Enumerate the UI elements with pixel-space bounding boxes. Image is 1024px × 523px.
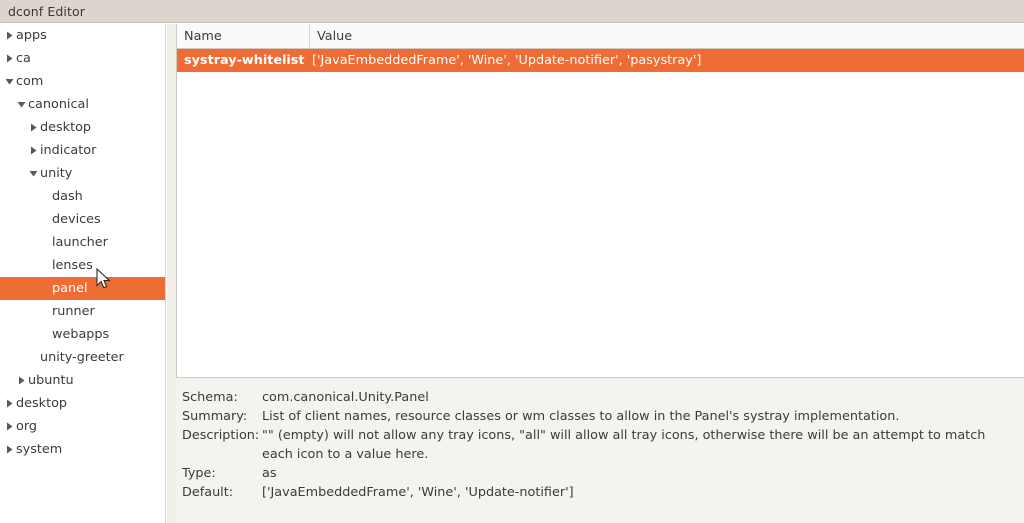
sidebar-item-dash[interactable]: dash [0,185,165,208]
window-title: dconf Editor [8,3,85,19]
dconf-editor-window: dconf Editor apps ca com canonical desktop in… [0,0,1024,523]
key-list-header: Name Value [177,24,1024,49]
summary-label: Summary: [182,409,248,424]
schema-label: Schema: [182,390,238,405]
chevron-right-icon[interactable] [3,438,15,461]
sidebar-item-label: webapps [52,327,110,342]
sidebar-item-label: launcher [52,235,108,250]
sidebar-item-desktop[interactable]: desktop [0,392,165,415]
sidebar-item-desktop[interactable]: desktop [0,116,165,139]
key-name-cell: systray-whitelist [184,53,305,68]
chevron-right-icon[interactable] [27,139,39,162]
schema-value: com.canonical.Unity.Panel [262,390,429,405]
chevron-right-icon[interactable] [15,369,27,392]
sidebar-item-indicator[interactable]: indicator [0,139,165,162]
sidebar-item-apps[interactable]: apps [0,24,165,47]
sidebar-item-unity[interactable]: unity [0,162,165,185]
sidebar-item-label: canonical [28,97,89,112]
chevron-down-icon[interactable] [27,162,39,185]
description-label: Description: [182,428,260,443]
sidebar-item-unity-greeter[interactable]: unity-greeter [0,346,165,369]
sidebar-item-label: ubuntu [28,373,74,388]
sidebar-item-label: desktop [16,396,68,411]
sidebar-item-label: unity [40,166,73,181]
detail-row-type: Type: as [176,464,1024,483]
sidebar-item-webapps[interactable]: webapps [0,323,165,346]
detail-row-default: Default: ['JavaEmbeddedFrame', 'Wine', '… [176,483,1024,502]
sidebar-item-label: devices [52,212,101,227]
key-details-pane: Schema: com.canonical.Unity.Panel Summar… [176,378,1024,523]
sidebar-item-panel[interactable]: panel [0,277,165,300]
chevron-right-icon[interactable] [27,116,39,139]
sidebar-item-label: desktop [40,120,92,135]
pane-splitter[interactable] [167,24,176,523]
right-pane: Name Value systray-whitelist ['JavaEmbedd… [176,24,1024,523]
description-value: "" (empty) will not allow any tray icons… [262,428,990,462]
sidebar-item-label: runner [52,304,95,319]
summary-value: List of client names, resource classes o… [262,409,900,424]
detail-row-schema: Schema: com.canonical.Unity.Panel [176,388,1024,407]
chevron-right-icon[interactable] [3,24,15,47]
sidebar-item-ubuntu[interactable]: ubuntu [0,369,165,392]
detail-row-summary: Summary: List of client names, resource … [176,407,1024,426]
sidebar-item-label: panel [52,281,88,296]
type-label: Type: [182,466,216,481]
default-value: ['JavaEmbeddedFrame', 'Wine', 'Update-no… [262,485,574,500]
key-value-cell: ['JavaEmbeddedFrame', 'Wine', 'Update-no… [312,53,702,68]
sidebar-item-launcher[interactable]: launcher [0,231,165,254]
detail-row-description: Description: "" (empty) will not allow a… [176,426,1024,464]
sidebar-item-devices[interactable]: devices [0,208,165,231]
key-list-body: systray-whitelist ['JavaEmbeddedFrame', '… [177,49,1024,72]
window-titlebar: dconf Editor [0,0,1024,23]
chevron-right-icon[interactable] [3,392,15,415]
sidebar-item-label: ca [16,51,31,66]
sidebar-item-label: indicator [40,143,97,158]
sidebar-item-label: lenses [52,258,93,273]
sidebar-item-label: apps [16,28,47,43]
sidebar-item-org[interactable]: org [0,415,165,438]
sidebar-item-canonical[interactable]: canonical [0,93,165,116]
sidebar-item-com[interactable]: com [0,70,165,93]
sidebar-item-system[interactable]: system [0,438,165,461]
sidebar-item-ca[interactable]: ca [0,47,165,70]
column-header-value[interactable]: Value [310,24,1024,49]
table-row[interactable]: systray-whitelist ['JavaEmbeddedFrame', '… [177,49,1024,72]
sidebar-item-label: dash [52,189,83,204]
chevron-right-icon[interactable] [3,415,15,438]
sidebar-item-lenses[interactable]: lenses [0,254,165,277]
chevron-right-icon[interactable] [3,47,15,70]
schema-tree-sidebar[interactable]: apps ca com canonical desktop indicator unity d… [0,24,166,523]
chevron-down-icon[interactable] [15,93,27,116]
sidebar-item-label: com [16,74,44,89]
key-list-view[interactable]: Name Value systray-whitelist ['JavaEmbedd… [176,24,1024,378]
default-label: Default: [182,485,234,500]
chevron-down-icon[interactable] [3,70,15,93]
column-header-name[interactable]: Name [177,24,310,49]
sidebar-item-runner[interactable]: runner [0,300,165,323]
type-value: as [262,466,277,481]
sidebar-item-label: system [16,442,63,457]
sidebar-item-label: org [16,419,37,434]
sidebar-item-label: unity-greeter [40,350,124,365]
